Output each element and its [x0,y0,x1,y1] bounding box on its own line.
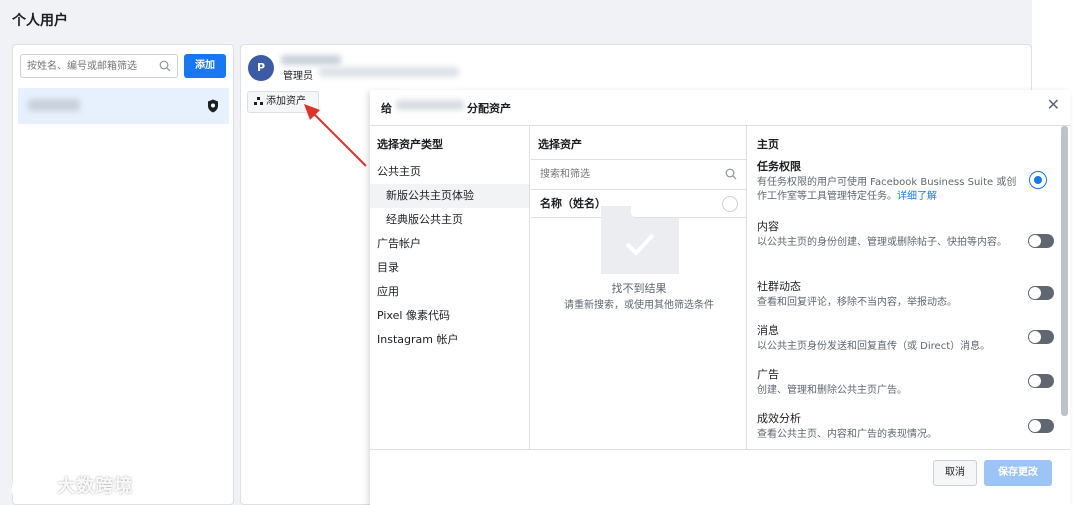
asset-type-item[interactable]: Instagram 帐户 [370,328,529,352]
page-title: 个人用户 [12,13,68,29]
dialog-body: 选择资产类型 公共主页 新版公共主页体验 经典版公共主页 广告帐户 目录 应用 … [370,125,1070,450]
permission-task: 任务权限 有任务权限的用户可使用 Facebook Business Suite… [757,158,1019,204]
user-list-item[interactable] [18,88,229,124]
asset-type-item[interactable]: 新版公共主页体验 [370,184,529,208]
permission-title: 内容 [757,220,779,233]
user-search-box[interactable] [20,54,178,78]
watermark-logo-icon [11,478,46,495]
asset-search-input[interactable] [531,160,711,188]
empty-state-subtitle: 请重新搜索，或使用其他筛选条件 [564,300,714,311]
empty-folder-icon [601,206,679,274]
asset-type-column: 选择资产类型 公共主页 新版公共主页体验 经典版公共主页 广告帐户 目录 应用 … [370,126,530,450]
permission-ads: 广告 创建、管理和删除公共主页广告。 [757,366,1019,398]
dialog-title-suffix: 分配资产 [467,102,511,115]
permission-insights: 成效分析 查看公共主页、内容和广告的表现情况。 [757,410,1019,442]
permission-description: 以公共主页的身份创建、管理或删除帖子、快拍等内容。 [757,237,1007,248]
name-column-label: 名称（姓名） [540,197,606,210]
search-icon [159,60,171,72]
permission-messages-toggle[interactable] [1028,330,1054,344]
permissions-header: 主页 [757,138,779,151]
permission-insights-toggle[interactable] [1028,419,1054,433]
asset-type-item[interactable]: Pixel 像素代码 [370,304,529,328]
save-changes-button[interactable]: 保存更改 [984,460,1052,486]
empty-state-title: 找不到结果 [611,282,667,295]
permission-content-toggle[interactable] [1028,234,1054,248]
user-role: 管理员 [283,71,313,82]
permission-title: 成效分析 [757,412,801,425]
permission-description: 以公共主页身份发送和回复直传（或 Direct）消息。 [757,341,991,352]
redacted-user-name [28,99,80,111]
shield-icon [208,99,218,113]
permission-title: 消息 [757,324,779,337]
users-panel: 添加 [12,44,234,505]
asset-type-header: 选择资产类型 [377,138,443,151]
close-icon[interactable]: ✕ [1047,97,1060,113]
permission-description: 查看和回复评论，移除不当内容，举报动态。 [757,297,957,308]
permission-description: 有任务权限的用户可使用 Facebook Business Suite 或创作工… [757,176,1019,204]
asset-type-item[interactable]: 目录 [370,256,529,280]
asset-type-item[interactable]: 经典版公共主页 [370,208,529,232]
select-all-radio[interactable] [722,196,738,212]
redacted-user-name [281,55,341,65]
permission-description: 查看公共主页、内容和广告的表现情况。 [757,429,937,440]
annotation-arrow [304,104,367,167]
user-search-input[interactable] [21,55,151,77]
permissions-column: 主页 任务权限 有任务权限的用户可使用 Facebook Business Su… [748,126,1070,450]
asset-type-item[interactable]: 广告帐户 [370,232,529,256]
asset-select-header: 选择资产 [531,126,746,160]
permission-community: 社群动态 查看和回复评论，移除不当内容，举报动态。 [757,278,1019,310]
redacted-user-name [396,100,464,110]
watermark: 大数跨境 [10,472,133,498]
asset-type-item[interactable]: 公共主页 [370,160,529,184]
asset-type-item[interactable]: 应用 [370,280,529,304]
permission-desc-text: 有任务权限的用户可使用 Facebook Business Suite 或创作工… [757,177,1017,202]
avatar: P [248,55,274,81]
permission-content: 内容 以公共主页的身份创建、管理或删除帖子、快拍等内容。 [757,218,1019,250]
permission-title: 社群动态 [757,280,801,293]
asset-select-column: 选择资产 名称（姓名） 找不到结果 请重新搜索，或使用其他筛选条件 [531,126,747,450]
permission-description: 创建、管理和删除公共主页广告。 [757,385,907,396]
assign-assets-dialog: 给 分配资产 ✕ 选择资产类型 公共主页 新版公共主页体验 经典版公共主页 广告… [370,90,1070,505]
watermark-text: 大数跨境 [57,476,134,497]
dialog-header: 给 分配资产 ✕ [370,90,1070,122]
learn-more-link[interactable]: 详细了解 [897,191,937,202]
redacted-user-email [319,67,459,77]
permissions-scrollbar[interactable] [1061,126,1068,416]
permission-community-toggle[interactable] [1028,286,1054,300]
search-icon [725,168,737,180]
assets-icon [254,97,263,105]
permission-messages: 消息 以公共主页身份发送和回复直传（或 Direct）消息。 [757,322,1019,354]
asset-search-box[interactable] [531,160,746,190]
permission-ads-toggle[interactable] [1028,374,1054,388]
permission-title: 任务权限 [757,160,801,173]
permission-task-radio[interactable] [1029,171,1047,189]
dialog-title-prefix: 给 [381,102,392,115]
cancel-button[interactable]: 取消 [933,460,977,486]
permission-title: 广告 [757,368,779,381]
add-user-button[interactable]: 添加 [184,54,226,78]
